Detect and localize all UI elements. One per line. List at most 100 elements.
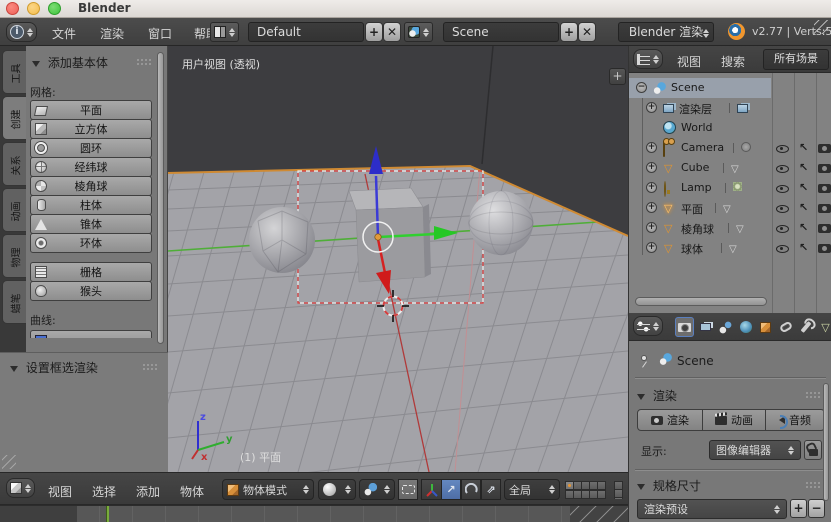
lock-interface-button[interactable] bbox=[804, 440, 822, 460]
add-monkey-button[interactable]: 猴头 bbox=[30, 281, 152, 301]
outliner-row-world[interactable]: World bbox=[629, 118, 831, 138]
tool-shelf-scrollbar[interactable] bbox=[157, 52, 164, 344]
add-grid-button[interactable]: 栅格 bbox=[30, 262, 152, 282]
selectable-toggle[interactable] bbox=[799, 140, 808, 154]
area-resize-handle[interactable] bbox=[814, 20, 828, 34]
outliner-row-icosphere[interactable]: 棱角球 bbox=[629, 218, 831, 238]
add-cone-button[interactable]: 锥体 bbox=[30, 214, 152, 234]
pivot-point-dropdown[interactable] bbox=[359, 479, 395, 500]
eye-toggle[interactable] bbox=[776, 222, 789, 235]
panel-grip-icon[interactable] bbox=[805, 481, 821, 488]
add-ico-sphere-button[interactable]: 棱角球 bbox=[30, 176, 152, 196]
display-mode-dropdown[interactable]: 图像编辑器 bbox=[709, 440, 801, 460]
render-panel-header[interactable]: 渲染 bbox=[637, 387, 677, 404]
add-preset-button[interactable]: + bbox=[790, 499, 807, 518]
panel-grip-icon[interactable] bbox=[136, 58, 152, 65]
expand-icon[interactable] bbox=[646, 162, 657, 173]
tab-create[interactable]: 创建 bbox=[2, 96, 26, 140]
add-circle-button[interactable]: 圆环 bbox=[30, 138, 152, 158]
viewport-shading-dropdown[interactable] bbox=[318, 479, 356, 500]
menu-view[interactable]: 视图 bbox=[48, 483, 72, 500]
outliner-row-scene[interactable]: Scene bbox=[629, 78, 831, 98]
expand-icon[interactable] bbox=[646, 242, 657, 253]
editor-type-selector[interactable] bbox=[633, 316, 663, 336]
editor-type-selector[interactable]: i bbox=[6, 22, 37, 42]
selectable-toggle[interactable] bbox=[799, 220, 808, 234]
render-toggle[interactable] bbox=[818, 204, 831, 213]
tab-scene[interactable] bbox=[716, 317, 735, 337]
add-cube-button[interactable]: 立方体 bbox=[30, 119, 152, 139]
eye-toggle[interactable] bbox=[776, 242, 789, 255]
close-window-button[interactable] bbox=[6, 2, 19, 15]
panel-grip-icon[interactable] bbox=[142, 363, 158, 370]
tab-render[interactable] bbox=[675, 317, 694, 337]
scale-manipulator-button[interactable]: ⇗ bbox=[481, 479, 501, 500]
expand-icon[interactable] bbox=[646, 142, 657, 153]
add-plane-button[interactable]: 平面 bbox=[30, 100, 152, 120]
pin-icon[interactable] bbox=[641, 355, 647, 361]
scene-name-field[interactable]: Scene bbox=[443, 22, 559, 42]
viewport-3d[interactable] bbox=[168, 46, 628, 472]
eye-toggle[interactable] bbox=[776, 162, 789, 175]
screen-layout-name-field[interactable]: Default bbox=[248, 22, 364, 42]
expand-icon[interactable] bbox=[646, 222, 657, 233]
tab-world[interactable] bbox=[736, 317, 755, 337]
add-scene-button[interactable]: + bbox=[560, 22, 578, 42]
timeline-strip[interactable] bbox=[0, 505, 628, 522]
translate-manipulator-button[interactable]: ↗ bbox=[441, 479, 461, 500]
dimensions-panel-header[interactable]: 规格尺寸 bbox=[637, 477, 701, 494]
menu-search[interactable]: 搜索 bbox=[721, 53, 745, 70]
editor-type-selector[interactable] bbox=[6, 478, 35, 498]
render-button[interactable]: 渲染 bbox=[637, 409, 703, 431]
minimize-window-button[interactable] bbox=[27, 2, 40, 15]
selectable-toggle[interactable] bbox=[799, 240, 808, 254]
collapse-icon[interactable] bbox=[636, 82, 647, 93]
eye-toggle[interactable] bbox=[776, 142, 789, 155]
timeline-playhead[interactable] bbox=[106, 506, 109, 522]
selectable-toggle[interactable] bbox=[799, 200, 808, 214]
add-cylinder-button[interactable]: 柱体 bbox=[30, 195, 152, 215]
mode-dropdown[interactable]: 物体模式 bbox=[222, 479, 314, 500]
manipulator-toggle-button[interactable] bbox=[398, 479, 418, 500]
expand-icon[interactable] bbox=[646, 102, 657, 113]
outliner-row-camera[interactable]: Camera bbox=[629, 138, 831, 158]
audio-button[interactable]: 音频 bbox=[765, 409, 825, 431]
add-primitive-panel-header[interactable]: 添加基本体 bbox=[32, 54, 108, 71]
outliner-row-renderlayers[interactable]: 渲染层 bbox=[629, 98, 831, 118]
tab-tools[interactable]: 工具 bbox=[2, 50, 26, 94]
timeline-resize-corner[interactable] bbox=[570, 506, 628, 522]
transform-orientation-dropdown[interactable]: 全局 bbox=[504, 479, 560, 500]
add-torus-button[interactable]: 环体 bbox=[30, 233, 152, 253]
render-toggle[interactable] bbox=[818, 144, 831, 153]
animation-button[interactable]: 动画 bbox=[702, 409, 766, 431]
open-properties-region-button[interactable]: + bbox=[609, 68, 626, 85]
tab-relations[interactable]: 关系 bbox=[2, 142, 26, 186]
render-presets-dropdown[interactable]: 渲染预设 bbox=[637, 499, 787, 519]
outliner-row-lamp[interactable]: Lamp bbox=[629, 178, 831, 198]
add-curve-button-clipped[interactable] bbox=[30, 330, 152, 351]
outliner-row-cube[interactable]: Cube bbox=[629, 158, 831, 178]
add-uv-sphere-button[interactable]: 经纬球 bbox=[30, 157, 152, 177]
editor-type-selector[interactable] bbox=[633, 49, 663, 69]
tab-modifiers[interactable] bbox=[796, 317, 815, 337]
outliner-scrollbar[interactable] bbox=[635, 297, 767, 306]
remove-preset-button[interactable]: − bbox=[808, 499, 825, 518]
ico-sphere-object[interactable] bbox=[249, 207, 315, 273]
render-toggle[interactable] bbox=[818, 184, 831, 193]
properties-scrollbar[interactable] bbox=[823, 383, 829, 501]
selectable-toggle[interactable] bbox=[799, 160, 808, 174]
menu-window[interactable]: 窗口 bbox=[148, 25, 172, 42]
outliner-row-sphere[interactable]: 球体 bbox=[629, 238, 831, 258]
render-toggle[interactable] bbox=[818, 244, 831, 253]
menu-add[interactable]: 添加 bbox=[136, 483, 160, 500]
tab-physics[interactable]: 物理 bbox=[2, 234, 26, 278]
eye-toggle[interactable] bbox=[776, 202, 789, 215]
tab-animation[interactable]: 动画 bbox=[2, 188, 26, 232]
outliner-row-plane[interactable]: 平面 bbox=[629, 198, 831, 218]
menu-render[interactable]: 渲染 bbox=[100, 25, 124, 42]
menu-file[interactable]: 文件 bbox=[52, 25, 76, 42]
scene-browse-button[interactable] bbox=[404, 22, 433, 42]
rotate-manipulator-button[interactable] bbox=[461, 479, 481, 500]
layer-grid-right[interactable] bbox=[614, 481, 628, 499]
layer-grid-left[interactable] bbox=[565, 481, 611, 499]
